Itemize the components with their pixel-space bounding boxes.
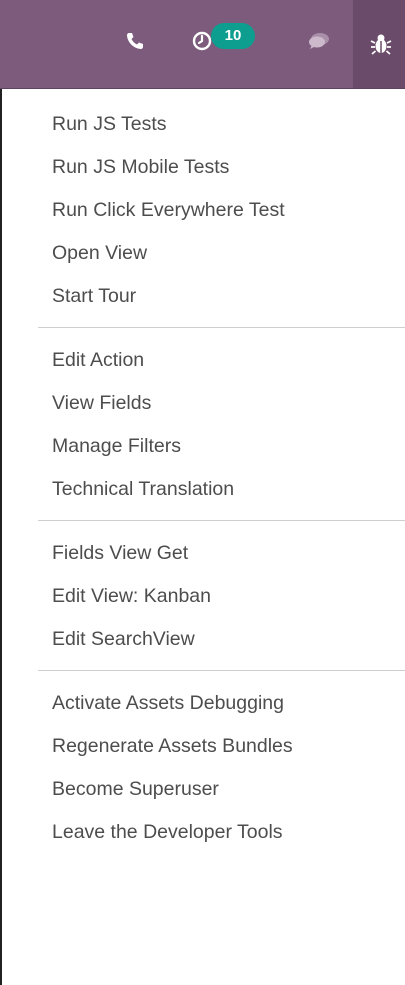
- menu-item-start-tour[interactable]: Start Tour: [0, 275, 405, 318]
- menu-group-tests: Run JS Tests Run JS Mobile Tests Run Cli…: [0, 103, 405, 318]
- menu-item-leave-developer-tools[interactable]: Leave the Developer Tools: [0, 811, 405, 854]
- top-navbar: 10: [0, 0, 405, 89]
- menu-group-action: Edit Action View Fields Manage Filters T…: [0, 339, 405, 511]
- menu-item-edit-view-kanban[interactable]: Edit View: Kanban: [0, 575, 405, 618]
- menu-border: [0, 89, 2, 985]
- menu-item-fields-view-get[interactable]: Fields View Get: [0, 532, 405, 575]
- menu-item-open-view[interactable]: Open View: [0, 232, 405, 275]
- bug-icon: [366, 29, 396, 59]
- menu-item-activate-assets-debugging[interactable]: Activate Assets Debugging: [0, 682, 405, 725]
- menu-item-manage-filters[interactable]: Manage Filters: [0, 425, 405, 468]
- menu-item-technical-translation[interactable]: Technical Translation: [0, 468, 405, 511]
- menu-item-view-fields[interactable]: View Fields: [0, 382, 405, 425]
- menu-item-become-superuser[interactable]: Become Superuser: [0, 768, 405, 811]
- activity-count-badge[interactable]: 10: [211, 23, 255, 49]
- menu-item-edit-searchview[interactable]: Edit SearchView: [0, 618, 405, 661]
- debug-menu-toggle[interactable]: [353, 0, 405, 88]
- menu-divider: [38, 520, 405, 521]
- menu-item-regenerate-assets-bundles[interactable]: Regenerate Assets Bundles: [0, 725, 405, 768]
- menu-group-view: Fields View Get Edit View: Kanban Edit S…: [0, 532, 405, 661]
- menu-item-run-js-mobile-tests[interactable]: Run JS Mobile Tests: [0, 146, 405, 189]
- menu-item-run-js-tests[interactable]: Run JS Tests: [0, 103, 405, 146]
- phone-icon[interactable]: [120, 26, 150, 56]
- chat-icon[interactable]: [304, 26, 334, 56]
- menu-group-developer: Activate Assets Debugging Regenerate Ass…: [0, 682, 405, 854]
- menu-item-run-click-everywhere-test[interactable]: Run Click Everywhere Test: [0, 189, 405, 232]
- menu-item-edit-action[interactable]: Edit Action: [0, 339, 405, 382]
- menu-divider: [38, 327, 405, 328]
- debug-dropdown-menu: Run JS Tests Run JS Mobile Tests Run Cli…: [0, 89, 405, 985]
- menu-divider: [38, 670, 405, 671]
